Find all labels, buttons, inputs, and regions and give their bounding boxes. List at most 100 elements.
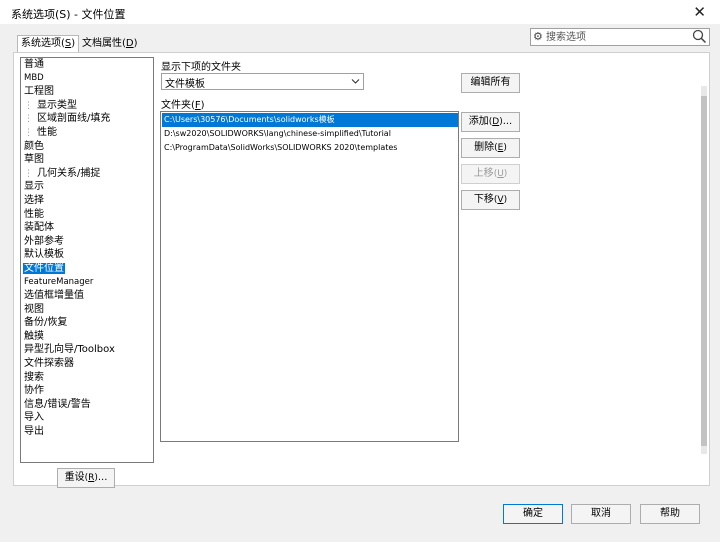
- tree-item[interactable]: 选择: [21, 194, 153, 208]
- tab-document-properties[interactable]: 文档属性(D): [79, 36, 141, 52]
- tree-item-label: 信息/错误/警告: [24, 398, 91, 410]
- tree-item[interactable]: 显示: [21, 180, 153, 194]
- tab-system-options[interactable]: 系统选项(S): [17, 35, 80, 53]
- tree-item[interactable]: 工程图: [21, 85, 153, 99]
- tree-guide-icon: ⋮: [24, 127, 33, 138]
- search-input[interactable]: [546, 30, 686, 44]
- tree-item[interactable]: 文件探索器: [21, 357, 153, 371]
- tree-item[interactable]: 搜索: [21, 371, 153, 385]
- shortcut-key: U: [497, 169, 504, 179]
- tab-shortcut: S: [64, 38, 72, 49]
- ok-button[interactable]: 确定: [503, 504, 563, 524]
- reset-button[interactable]: 重设(R)...: [57, 468, 115, 488]
- tree-item[interactable]: 颜色: [21, 140, 153, 154]
- tree-item-label: 搜索: [24, 371, 44, 383]
- button-suffix: ...: [502, 116, 513, 127]
- dialog-body: 系统选项(S) 文档属性(D) ⚙ 普通MBD工程图⋮显示类型⋮区域剖面线/填充…: [0, 24, 720, 542]
- tree-item-label: 工程图: [24, 86, 54, 98]
- tree-item[interactable]: 默认模板: [21, 248, 153, 262]
- tree-item[interactable]: 导出: [21, 425, 153, 439]
- tree-item-label: 性能: [24, 208, 44, 220]
- shortcut-key: R: [88, 473, 95, 483]
- tree-item-label: 装配体: [24, 222, 54, 234]
- tree-item-label: 几何关系/捕捉: [37, 167, 101, 179]
- button-shortcut: (U): [493, 169, 508, 179]
- title-bar: 系统选项(S) - 文件位置 ✕: [0, 0, 720, 24]
- tree-item-label: 普通: [24, 59, 44, 70]
- button-label: 编辑所有: [470, 77, 511, 88]
- tree-guide-icon: ⋮: [24, 114, 33, 125]
- button-suffix: ...: [97, 472, 108, 483]
- tree-item-label: 显示类型: [37, 99, 77, 111]
- help-button[interactable]: 帮助: [640, 504, 700, 524]
- move-up-button[interactable]: 上移(U): [461, 164, 520, 184]
- tree-item-label: 协作: [24, 385, 44, 397]
- tree-item[interactable]: 视图: [21, 303, 153, 317]
- tree-item[interactable]: MBD: [21, 72, 153, 86]
- vertical-scrollbar[interactable]: [701, 86, 707, 454]
- tree-item[interactable]: 协作: [21, 384, 153, 398]
- tree-item[interactable]: 性能: [21, 208, 153, 222]
- folder-type-select[interactable]: 文件模板: [161, 73, 364, 90]
- button-label: 帮助: [660, 508, 680, 519]
- move-down-button[interactable]: 下移(V): [461, 190, 520, 210]
- search-icon[interactable]: [692, 29, 707, 44]
- folders-shortcut: F: [194, 100, 201, 111]
- tree-item[interactable]: 信息/错误/警告: [21, 398, 153, 412]
- tree-item-label: 性能: [37, 126, 57, 138]
- tree-item[interactable]: FeatureManager: [21, 276, 153, 290]
- delete-button[interactable]: 删除(E): [461, 138, 520, 158]
- tree-item-label: 导入: [24, 412, 44, 424]
- button-label: 删除: [474, 142, 495, 153]
- button-label: 重设: [64, 472, 85, 483]
- tree-item[interactable]: ⋮ 几何关系/捕捉: [21, 167, 153, 181]
- tree-item[interactable]: 外部参考: [21, 235, 153, 249]
- tree-guide-icon: ⋮: [24, 168, 33, 179]
- tree-item[interactable]: 草图: [21, 153, 153, 167]
- tree-item-label: 备份/恢复: [24, 317, 68, 329]
- tree-item-label: 选值框增量值: [24, 290, 84, 302]
- folders-list[interactable]: C:\Users\30576\Documents\solidworks模板 D:…: [160, 111, 459, 442]
- tree-item[interactable]: ⋮ 性能: [21, 126, 153, 140]
- tree-item-label: 异型孔向导/Toolbox: [24, 344, 115, 356]
- tree-guide-icon: ⋮: [24, 100, 33, 111]
- tab-shortcut: D: [125, 38, 134, 49]
- tree-item[interactable]: ⋮ 区域剖面线/填充: [21, 112, 153, 126]
- tree-item[interactable]: 普通: [21, 58, 153, 72]
- tree-item[interactable]: 文件位置: [21, 262, 153, 276]
- button-shortcut: (R): [84, 473, 98, 483]
- tree-item[interactable]: 异型孔向导/Toolbox: [21, 343, 153, 357]
- tree-item[interactable]: 触摸: [21, 330, 153, 344]
- tree-item[interactable]: 导入: [21, 411, 153, 425]
- edit-all-button[interactable]: 编辑所有: [461, 73, 520, 93]
- tree-item-label: 选择: [24, 194, 44, 206]
- folder-row[interactable]: D:\sw2020\SOLIDWORKS\lang\chinese-simpli…: [162, 127, 391, 141]
- show-folders-label: 显示下项的文件夹: [161, 62, 241, 73]
- options-tree[interactable]: 普通 MBD 工程图 ⋮ 显示类型 ⋮ 区域剖面线/填充 ⋮ 性能 颜色 草图 ⋮ 几何关系/捕捉 显示选…: [20, 57, 154, 463]
- tree-item-label: 外部参考: [24, 235, 64, 247]
- add-button[interactable]: 添加(D)...: [461, 112, 520, 132]
- shortcut-key: D: [492, 117, 500, 127]
- tree-item-label: FeatureManager: [24, 276, 94, 287]
- tree-item-label: 颜色: [24, 140, 44, 152]
- tab-label: 文档属性: [82, 38, 122, 49]
- search-box: ⚙: [530, 28, 710, 46]
- button-label: 添加: [468, 116, 489, 127]
- tree-item[interactable]: 选值框增量值: [21, 289, 153, 303]
- tree-item[interactable]: 备份/恢复: [21, 316, 153, 330]
- shortcut-key: V: [497, 195, 504, 205]
- button-label: 取消: [591, 508, 611, 519]
- gear-icon[interactable]: ⚙: [533, 30, 543, 43]
- folder-row[interactable]: C:\Users\30576\Documents\solidworks模板: [162, 113, 458, 127]
- button-shortcut: (D): [488, 117, 503, 127]
- tree-item-label: MBD: [24, 72, 44, 83]
- tree-item[interactable]: ⋮ 显示类型: [21, 99, 153, 113]
- folder-row[interactable]: C:\ProgramData\SolidWorks\SOLIDWORKS 202…: [162, 141, 397, 155]
- scrollbar-thumb[interactable]: [701, 96, 707, 446]
- cancel-button[interactable]: 取消: [571, 504, 631, 524]
- tree-item-label: 草图: [24, 154, 44, 166]
- close-icon[interactable]: ✕: [693, 3, 706, 21]
- chevron-down-icon: [351, 79, 360, 84]
- tree-item[interactable]: 装配体: [21, 221, 153, 235]
- folders-label: 文件夹(F): [161, 100, 205, 111]
